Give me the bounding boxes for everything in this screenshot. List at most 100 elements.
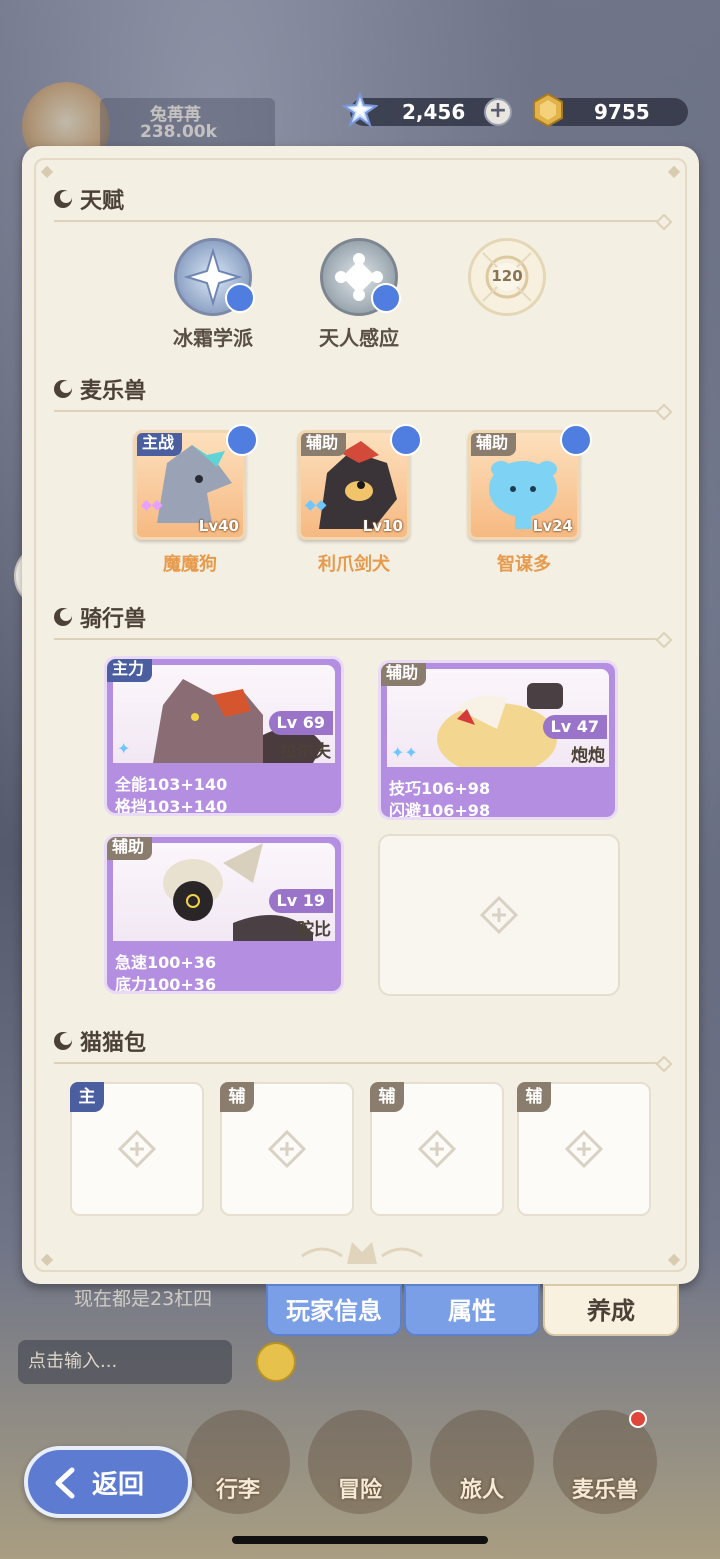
talent-slot-locked[interactable]: 120 [452, 238, 562, 316]
mount-role-tag: 辅助 [381, 663, 427, 686]
panel-bottom-ornament [301, 1242, 423, 1264]
catbag-slot-tag: 辅 [370, 1082, 404, 1112]
tab-attributes[interactable]: 属性 [404, 1284, 540, 1336]
corner-ornament: ◆ [40, 161, 54, 180]
gem-value: 2,456 [402, 100, 466, 124]
section-title-talent: 天赋 [52, 184, 124, 214]
chat-message: 现在都是23杠四 [74, 1288, 213, 1310]
locked-talent-icon: 120 [468, 238, 546, 316]
pet-role-tag: 辅助 [301, 433, 347, 456]
mount-empty-slot[interactable] [378, 834, 620, 996]
pet-card-zhimouduo[interactable]: 辅助 Lv24 智谋多 [468, 424, 592, 576]
section-divider [54, 220, 662, 222]
add-gems-button[interactable]: + [484, 98, 512, 126]
rarity-star-icon: ◆◆ [141, 497, 163, 513]
talent-label: 天人感应 [319, 326, 399, 350]
corner-ornament: ◆ [667, 161, 681, 180]
section-title-pets: 麦乐兽 [52, 374, 146, 404]
mount-level: Lv 47 [542, 715, 607, 739]
talent-label: 冰霜学派 [173, 326, 253, 350]
mount-name: 拉尔夫 [280, 742, 331, 762]
notification-dot [629, 1410, 647, 1428]
corner-ornament: ◆ [40, 1249, 54, 1268]
catbag-slot-tag: 主 [70, 1082, 104, 1112]
catbag-slot-sub[interactable]: 辅 [370, 1082, 504, 1216]
mount-name: 驼比 [297, 920, 331, 940]
add-slot-icon [268, 1130, 306, 1168]
nav-pets[interactable]: 麦乐兽 [553, 1410, 657, 1530]
corner-ornament: ◆ [667, 1249, 681, 1268]
mount-role-tag: 主力 [107, 659, 153, 682]
section-bullet-icon [54, 608, 72, 626]
mount-stat-2: 底力100+36 [115, 975, 217, 994]
magnifier-icon[interactable] [371, 283, 401, 313]
top-bar: 兔苒苒 238.00k 2,456 + 9755 [0, 80, 720, 170]
emoji-button[interactable] [256, 1342, 296, 1382]
add-slot-icon [565, 1130, 603, 1168]
talent-slot-heaven-resonance[interactable]: 天人感应 [304, 238, 414, 351]
pet-level: Lv10 [362, 517, 403, 535]
nav-luggage[interactable]: 行李 [186, 1410, 290, 1530]
mount-role-tag: 辅助 [107, 837, 153, 860]
catbag-slot-sub[interactable]: 辅 [220, 1082, 354, 1216]
mount-stat-1: 急速100+36 [115, 953, 217, 972]
catbag-slot-tag: 辅 [220, 1082, 254, 1112]
mount-level: Lv 69 [268, 711, 333, 735]
pet-role-tag: 辅助 [471, 433, 517, 456]
talent-unlock-level: 120 [491, 267, 523, 285]
catbag-slot-main[interactable]: 主 [70, 1082, 204, 1216]
mount-stat-1: 技巧106+98 [389, 779, 491, 798]
tab-player-info[interactable]: 玩家信息 [266, 1284, 402, 1336]
section-bullet-icon [54, 380, 72, 398]
heaven-resonance-icon [320, 238, 401, 316]
pet-name: 魔魔狗 [163, 554, 217, 575]
mount-card-paopao[interactable]: 辅助 Lv 47 炮炮 ✦✦ 技巧106+98 闪避106+98 [378, 660, 618, 820]
rarity-star-icon: ◆◆ [305, 497, 327, 513]
section-title-mounts: 骑行兽 [52, 602, 146, 632]
gem-counter: 2,456 + [342, 92, 512, 128]
coin-icon [533, 92, 563, 128]
section-bullet-icon [54, 1032, 72, 1050]
pet-card-lizhuajianquan[interactable]: 辅助 ◆◆ Lv10 利爪剑犬 [298, 424, 422, 576]
talent-slot-frost-school[interactable]: 冰霜学派 [158, 238, 268, 351]
add-slot-icon [480, 896, 518, 934]
mount-card-tuobi[interactable]: 辅助 Lv 19 驼比 急速100+36 底力100+36 [104, 834, 344, 994]
pet-name: 利爪剑犬 [318, 554, 390, 575]
nav-traveler[interactable]: 旅人 [430, 1410, 534, 1530]
coin-counter: 9755 [533, 92, 688, 128]
add-slot-icon [118, 1130, 156, 1168]
rarity-star-icon: ✦ [117, 739, 131, 758]
player-power: 238.00k [140, 122, 217, 142]
chat-input[interactable]: 点击输入... [18, 1340, 232, 1384]
mount-name: 炮炮 [571, 746, 605, 766]
mount-card-ralph[interactable]: 主力 Lv 69 拉尔夫 ✦ 全能103+140 格挡103+140 [104, 656, 344, 816]
back-arrow-icon [55, 1467, 75, 1499]
pet-name: 智谋多 [497, 554, 551, 575]
pet-level: Lv24 [532, 517, 573, 535]
nav-adventure[interactable]: 冒险 [308, 1410, 412, 1530]
back-button[interactable]: 返回 [24, 1446, 192, 1518]
catbag-slot-tag: 辅 [517, 1082, 551, 1112]
tab-cultivation[interactable]: 养成 [543, 1284, 679, 1336]
pet-card-momogou[interactable]: 主战 ◆◆ Lv40 魔魔狗 [134, 424, 258, 576]
magnifier-icon[interactable] [390, 424, 422, 456]
section-bullet-icon [54, 190, 72, 208]
magnifier-icon[interactable] [226, 424, 258, 456]
mount-stat-2: 闪避106+98 [389, 801, 491, 820]
magnifier-icon[interactable] [560, 424, 592, 456]
home-indicator[interactable] [232, 1536, 488, 1544]
section-title-catbag: 猫猫包 [52, 1026, 146, 1056]
section-divider [54, 638, 662, 640]
pet-level: Lv40 [198, 517, 239, 535]
add-slot-icon [418, 1130, 456, 1168]
frost-school-icon [174, 238, 255, 316]
mount-stat-1: 全能103+140 [115, 775, 228, 794]
rarity-star-icon: ✦✦ [391, 743, 418, 762]
coin-value: 9755 [594, 100, 650, 124]
mount-stat-2: 格挡103+140 [115, 797, 228, 816]
catbag-slot-sub[interactable]: 辅 [517, 1082, 651, 1216]
mount-level: Lv 19 [268, 889, 333, 913]
section-divider [54, 410, 662, 412]
magnifier-icon[interactable] [225, 283, 255, 313]
pet-role-tag: 主战 [137, 433, 183, 456]
